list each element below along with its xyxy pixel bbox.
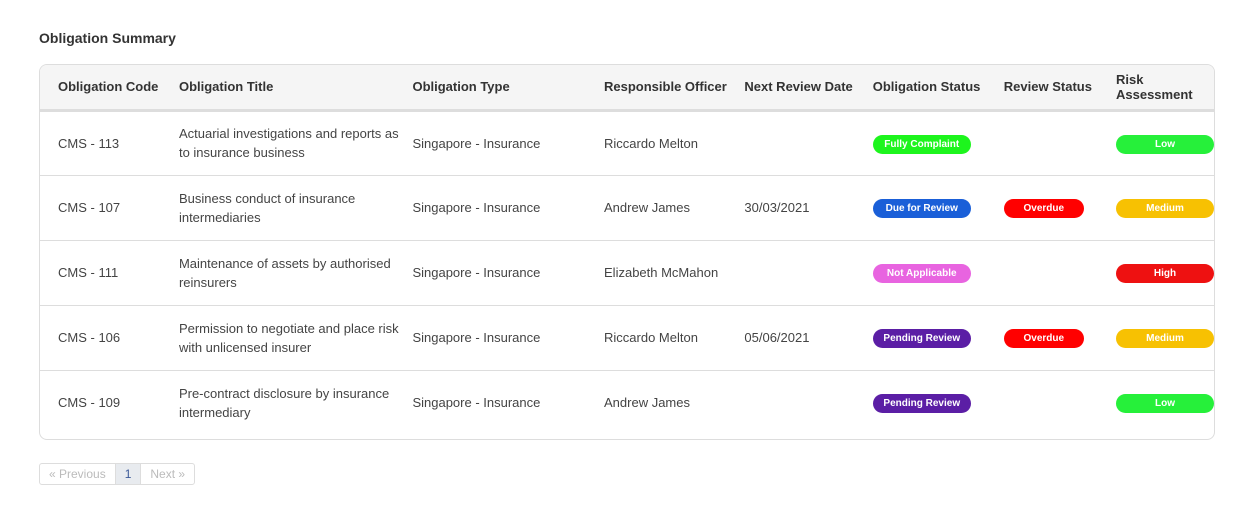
obligation-title: Maintenance of assets by authorised rein…	[178, 255, 391, 290]
column-header[interactable]: Review Status	[1004, 65, 1116, 110]
responsible-officer: Andrew James	[604, 200, 690, 215]
obligation-table-card: Obligation Code Obligation Title Obligat…	[39, 64, 1215, 440]
table-row[interactable]: CMS - 109 Pre-contract disclosure by insu…	[40, 370, 1214, 435]
next-review-date	[744, 240, 872, 305]
table-row[interactable]: CMS - 113 Actuarial investigations and re…	[40, 110, 1214, 175]
obligation-code: CMS - 113	[58, 135, 120, 151]
obligation-table: Obligation Code Obligation Title Obligat…	[40, 65, 1214, 435]
risk-badge: High	[1116, 264, 1214, 283]
risk-assessment-cell: High	[1116, 240, 1214, 305]
review-status-badge: Overdue	[1003, 199, 1084, 218]
responsible-officer: Riccardo Melton	[604, 330, 698, 345]
obligation-status-cell: Not Applicable	[872, 240, 1004, 305]
obligation-status-cell: Fully Complaint	[872, 110, 1004, 175]
obligation-status-badge: Pending Review	[872, 329, 971, 348]
review-status-cell: Overdue	[1003, 175, 1116, 240]
obligation-code: CMS - 111	[58, 265, 119, 280]
responsible-officer: Elizabeth McMahon	[604, 265, 719, 280]
review-status-cell	[1004, 370, 1116, 435]
column-header[interactable]: Obligation Title	[179, 65, 413, 110]
section-title: Obligation Summary	[39, 30, 176, 46]
obligation-status-badge: Due for Review	[872, 199, 971, 218]
responsible-officer: Riccardo Melton	[604, 135, 698, 151]
column-header[interactable]: Responsible Officer	[604, 65, 744, 110]
obligation-type: Singapore - Insurance	[412, 135, 541, 151]
risk-badge: Low	[1116, 394, 1214, 414]
table-header-row: Obligation Code Obligation Title Obligat…	[40, 65, 1214, 110]
risk-badge: Medium	[1116, 329, 1214, 348]
obligation-type: Singapore - Insurance	[412, 330, 541, 345]
previous-page-button[interactable]: « Previous	[40, 464, 115, 484]
obligation-type: Singapore - Insurance	[412, 200, 541, 215]
obligation-status-badge: Fully Complaint	[872, 134, 971, 154]
obligation-status-cell: Pending Review	[872, 305, 1004, 370]
obligation-status-badge: Pending Review	[872, 394, 971, 414]
review-status-badge: Overdue	[1003, 329, 1084, 348]
next-review-date: 30/03/2021	[744, 200, 810, 215]
obligation-code: CMS - 107	[58, 200, 121, 215]
column-header[interactable]: Obligation Type	[412, 65, 604, 110]
next-review-date: 05/06/2021	[744, 330, 810, 345]
page-1-button[interactable]: 1	[114, 464, 142, 484]
obligation-code: CMS - 109	[58, 395, 121, 411]
obligation-title: Permission to negotiate and place risk w…	[178, 320, 399, 355]
pagination: « Previous 1 Next »	[39, 463, 196, 485]
obligation-title: Actuarial investigations and reports as …	[178, 126, 399, 160]
review-status-cell	[1004, 110, 1116, 175]
risk-assessment-cell: Low	[1116, 110, 1214, 175]
obligation-status-badge: Not Applicable	[872, 264, 971, 283]
obligation-type: Singapore - Insurance	[412, 395, 541, 411]
table-row[interactable]: CMS - 106 Permission to negotiate and pla…	[40, 305, 1214, 370]
obligation-title: Business conduct of insurance intermedia…	[178, 190, 356, 225]
next-review-date	[744, 370, 872, 435]
review-status-cell: Overdue	[1003, 305, 1116, 370]
obligation-status-cell: Due for Review	[872, 175, 1004, 240]
risk-assessment-cell: Medium	[1116, 175, 1214, 240]
column-header[interactable]: Next Review Date	[744, 65, 872, 110]
column-header[interactable]: Obligation Status	[873, 65, 1004, 110]
obligation-type: Singapore - Insurance	[412, 265, 541, 280]
risk-assessment-cell: Low	[1116, 370, 1214, 435]
obligation-status-cell: Pending Review	[872, 370, 1004, 435]
responsible-officer: Andrew James	[604, 395, 690, 411]
obligation-title: Pre-contract disclosure by insurance int…	[178, 385, 390, 420]
risk-badge: Medium	[1116, 199, 1214, 218]
table-row[interactable]: CMS - 111 Maintenance of assets by author…	[40, 240, 1214, 305]
risk-badge: Low	[1116, 134, 1214, 154]
column-header[interactable]: Risk Assessment	[1116, 65, 1214, 110]
column-header[interactable]: Obligation Code	[40, 65, 179, 110]
risk-assessment-cell: Medium	[1116, 305, 1214, 370]
obligation-code: CMS - 106	[58, 330, 121, 345]
next-page-button[interactable]: Next »	[141, 464, 194, 484]
next-review-date	[744, 110, 872, 175]
review-status-cell	[1004, 240, 1116, 305]
table-row[interactable]: CMS - 107 Business conduct of insurance i…	[40, 175, 1214, 240]
